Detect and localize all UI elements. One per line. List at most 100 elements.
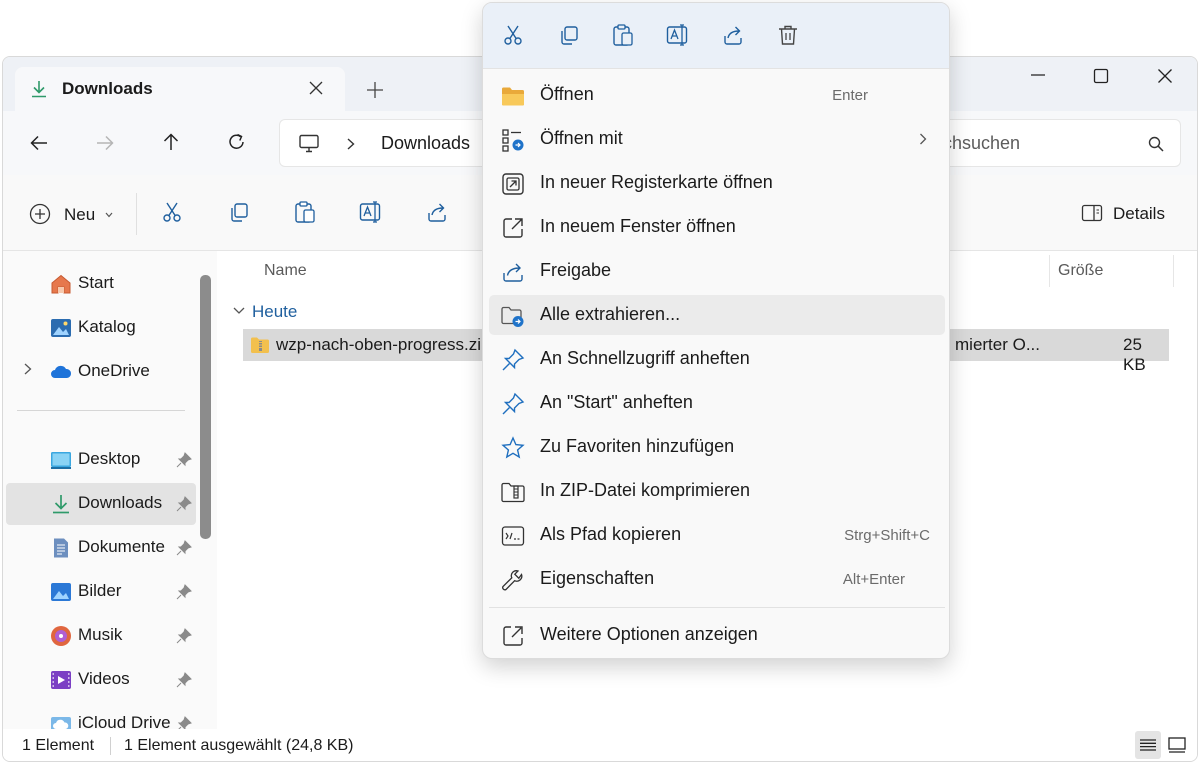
- share-icon[interactable]: [722, 24, 744, 46]
- status-bar: 1 Element 1 Element ausgewählt (24,8 KB): [3, 729, 1197, 761]
- pin-icon: [502, 348, 525, 371]
- menu-item-show-more-options[interactable]: Weitere Optionen anzeigen: [489, 615, 945, 655]
- column-header-name[interactable]: Name: [264, 262, 307, 280]
- new-tab-plus-icon[interactable]: [366, 81, 384, 99]
- back-arrow-icon[interactable]: [29, 133, 49, 153]
- sidebar-item-label: Bilder: [78, 581, 122, 600]
- column-header-size[interactable]: Größe: [1058, 262, 1103, 280]
- file-size: 25 KB: [1123, 335, 1146, 374]
- status-divider: [110, 737, 111, 755]
- file-type: mierter O...: [955, 335, 1041, 354]
- breadcrumb-current[interactable]: Downloads: [381, 133, 470, 154]
- sidebar-item-label: Start: [78, 273, 114, 292]
- onedrive-icon: [51, 365, 72, 378]
- column-divider[interactable]: [1173, 255, 1174, 287]
- pin-icon[interactable]: [176, 452, 192, 468]
- paste-icon[interactable]: [294, 200, 316, 224]
- group-collapse-icon[interactable]: [233, 307, 245, 315]
- address-field[interactable]: Downloads: [279, 119, 489, 167]
- sidebar-item-musik[interactable]: Musik: [6, 615, 196, 657]
- minimize-icon[interactable]: [1029, 69, 1047, 81]
- menu-item-properties[interactable]: Eigenschaften Alt+Enter: [489, 559, 945, 599]
- pin-icon[interactable]: [176, 540, 192, 556]
- sidebar-item-dokumente[interactable]: Dokumente: [6, 527, 196, 569]
- rename-icon[interactable]: [666, 24, 690, 46]
- submenu-chevron-icon: [920, 133, 927, 145]
- star-icon: [501, 436, 525, 459]
- menu-item-label: Zu Favoriten hinzufügen: [540, 436, 735, 456]
- downloads-icon: [53, 495, 69, 514]
- cut-icon[interactable]: [503, 24, 525, 46]
- forward-arrow-icon[interactable]: [95, 133, 115, 153]
- menu-item-label: An "Start" anheften: [540, 392, 693, 412]
- details-view-toggle[interactable]: [1135, 731, 1161, 759]
- sidebar-item-katalog[interactable]: Katalog: [6, 307, 196, 349]
- refresh-icon[interactable]: [227, 132, 247, 152]
- close-tab-icon[interactable]: [308, 80, 324, 96]
- new-window-icon: [503, 218, 523, 238]
- pin-icon[interactable]: [176, 672, 192, 688]
- menu-item-compress-zip[interactable]: In ZIP-Datei komprimieren: [489, 471, 945, 511]
- group-header[interactable]: Heute: [252, 302, 297, 322]
- paste-icon[interactable]: [612, 23, 634, 47]
- sidebar-item-onedrive[interactable]: OneDrive: [6, 351, 196, 393]
- menu-item-label: An Schnellzugriff anheften: [540, 348, 750, 368]
- sidebar-item-bilder[interactable]: Bilder: [6, 571, 196, 613]
- tab-title: Downloads: [62, 79, 153, 98]
- menu-item-open-new-window[interactable]: In neuem Fenster öffnen: [489, 207, 945, 247]
- navigation-pane: Start Katalog OneDrive Desktop Downloads…: [3, 251, 217, 733]
- menu-item-label: Freigabe: [540, 260, 612, 280]
- rename-icon[interactable]: [359, 201, 383, 223]
- tiles-view-icon[interactable]: [1168, 737, 1186, 753]
- up-arrow-icon[interactable]: [161, 132, 181, 152]
- tab-downloads[interactable]: Downloads: [15, 67, 345, 111]
- sidebar-item-videos[interactable]: Videos: [6, 659, 196, 701]
- details-label: Details: [1113, 204, 1165, 223]
- list-view-icon: [1140, 739, 1156, 751]
- maximize-icon[interactable]: [1093, 68, 1109, 84]
- menu-item-copy-path[interactable]: Als Pfad kopieren Strg+Shift+C: [489, 515, 945, 555]
- copy-icon[interactable]: [558, 24, 580, 46]
- pin-icon[interactable]: [176, 496, 192, 512]
- menu-item-add-favorites[interactable]: Zu Favoriten hinzufügen: [489, 427, 945, 467]
- menu-item-label: Öffnen mit: [540, 128, 623, 148]
- new-label: Neu: [64, 205, 96, 224]
- details-pane-button[interactable]: Details: [1079, 199, 1179, 227]
- share-icon[interactable]: [426, 201, 448, 223]
- new-button[interactable]: Neu: [29, 199, 125, 227]
- sidebar-item-label: Desktop: [78, 449, 141, 468]
- sidebar-item-label: Downloads: [78, 493, 163, 512]
- column-divider[interactable]: [1049, 255, 1050, 287]
- delete-icon[interactable]: [777, 24, 799, 46]
- sidebar-item-start[interactable]: Start: [6, 263, 196, 305]
- context-menu: Öffnen Enter Öffnen mit In neuer Registe…: [482, 2, 950, 659]
- menu-item-pin-start[interactable]: An "Start" anheften: [489, 383, 945, 423]
- sidebar-scrollbar-thumb[interactable]: [200, 275, 211, 539]
- sidebar-item-desktop[interactable]: Desktop: [6, 439, 196, 481]
- menu-item-label: Öffnen: [540, 84, 594, 104]
- menu-item-share[interactable]: Freigabe: [489, 251, 945, 291]
- menu-item-extract-all[interactable]: Alle extrahieren...: [489, 295, 945, 335]
- pin-icon[interactable]: [176, 628, 192, 644]
- cut-icon[interactable]: [162, 201, 184, 223]
- menu-item-label: In neuer Registerkarte öffnen: [540, 172, 773, 192]
- menu-item-open-with[interactable]: Öffnen mit: [489, 119, 945, 159]
- copy-icon[interactable]: [228, 201, 250, 223]
- sidebar-item-label: OneDrive: [78, 361, 150, 380]
- sidebar-divider: [17, 410, 185, 411]
- breadcrumb-chevron-icon: [347, 138, 355, 150]
- close-window-icon[interactable]: [1157, 68, 1173, 84]
- pin-start-icon: [502, 392, 525, 415]
- menu-item-shortcut: Strg+Shift+C: [844, 527, 930, 544]
- sidebar-item-label: Dokumente: [78, 537, 165, 556]
- desktop-icon: [51, 452, 71, 469]
- this-pc-icon[interactable]: [298, 134, 320, 154]
- menu-separator: [489, 607, 945, 608]
- home-icon: [51, 274, 71, 294]
- menu-item-pin-quick-access[interactable]: An Schnellzugriff anheften: [489, 339, 945, 379]
- pin-icon[interactable]: [176, 584, 192, 600]
- menu-item-open[interactable]: Öffnen Enter: [489, 75, 945, 115]
- menu-item-open-new-tab[interactable]: In neuer Registerkarte öffnen: [489, 163, 945, 203]
- file-name: wzp-nach-oben-progress.zip: [276, 335, 491, 354]
- sidebar-item-downloads[interactable]: Downloads: [6, 483, 196, 525]
